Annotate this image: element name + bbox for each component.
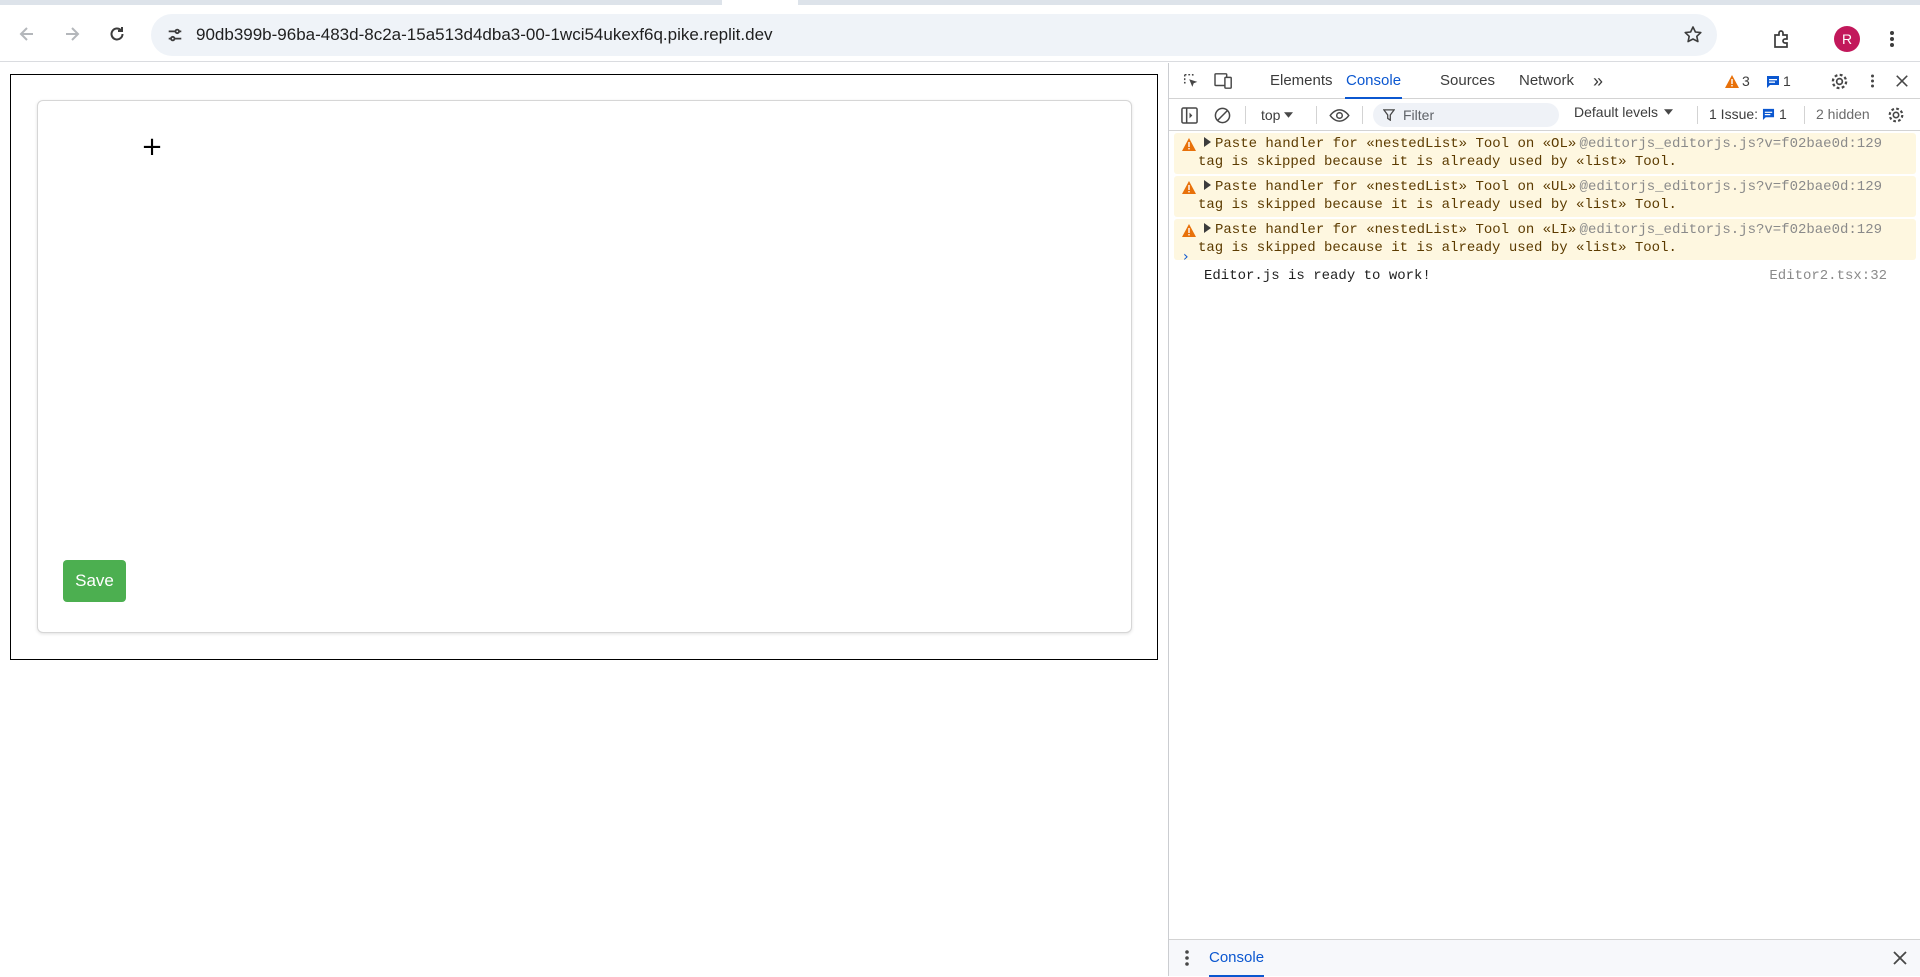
separator (1697, 106, 1698, 124)
device-toolbar-icon[interactable] (1213, 71, 1235, 91)
warning-text-cont: tag is skipped because it is already use… (1198, 240, 1677, 256)
address-bar[interactable]: 90db399b-96ba-483d-8c2a-15a513d4dba3-00-… (151, 14, 1717, 56)
back-arrow-icon[interactable] (10, 17, 44, 51)
console-toolbar: top Filter Default levels 1 Issue: 1 2 h… (1169, 99, 1920, 131)
star-icon[interactable] (1679, 21, 1707, 49)
url-text[interactable]: 90db399b-96ba-483d-8c2a-15a513d4dba3-00-… (196, 25, 773, 45)
issues-count: 1 (1779, 106, 1787, 122)
add-block-button[interactable]: + (140, 134, 164, 160)
log-levels-value: Default levels (1574, 104, 1659, 120)
filter-placeholder: Filter (1403, 107, 1435, 123)
warning-text: Paste handler for «nestedList» Tool on «… (1215, 136, 1577, 152)
context-value: top (1261, 107, 1281, 123)
warning-text-cont: tag is skipped because it is already use… (1198, 154, 1677, 170)
puzzle-icon[interactable] (1764, 22, 1798, 56)
warning-count: 3 (1742, 73, 1750, 89)
tune-icon[interactable] (161, 21, 189, 49)
message-icon (1762, 108, 1775, 120)
issues-button[interactable]: 1 Issue: 1 (1709, 106, 1787, 122)
tab-elements[interactable]: Elements (1270, 63, 1333, 99)
console-warning[interactable]: Paste handler for «nestedList» Tool on «… (1174, 176, 1916, 217)
console-settings-gear-icon[interactable] (1885, 104, 1907, 126)
drawer-menu-icon[interactable] (1182, 948, 1192, 968)
expand-triangle-icon[interactable] (1204, 180, 1211, 190)
save-button[interactable]: Save (63, 560, 126, 602)
warning-text-cont: tag is skipped because it is already use… (1198, 197, 1677, 213)
warning-text: Paste handler for «nestedList» Tool on «… (1215, 179, 1577, 195)
devtools-panel: Elements Console Sources Network » 3 1 t… (1168, 63, 1920, 977)
devtools-menu-icon[interactable] (1866, 71, 1878, 91)
console-warning[interactable]: Paste handler for «nestedList» Tool on «… (1174, 219, 1916, 260)
log-text: Editor.js is ready to work! (1204, 268, 1431, 284)
devtools-tab-bar: Elements Console Sources Network » 3 1 (1169, 63, 1920, 99)
separator (1316, 106, 1317, 124)
clear-console-icon[interactable] (1212, 105, 1232, 125)
avatar[interactable]: R (1834, 26, 1860, 52)
log-levels-select[interactable]: Default levels (1574, 104, 1674, 120)
warning-icon (1182, 138, 1196, 151)
close-devtools-icon[interactable] (1893, 72, 1911, 90)
settings-gear-icon[interactable] (1829, 71, 1849, 91)
drawer-tab-console[interactable]: Console (1209, 940, 1265, 977)
hidden-count: 2 hidden (1816, 106, 1870, 122)
warning-icon (1182, 224, 1196, 237)
source-link[interactable]: @editorjs_editorjs.js?v=f02bae0d:129 (1580, 221, 1882, 239)
chevron-down-icon (1664, 109, 1674, 115)
reload-icon[interactable] (100, 17, 134, 51)
app-container: + Save (10, 74, 1158, 660)
tab-sources[interactable]: Sources (1440, 63, 1495, 99)
tab-network[interactable]: Network (1519, 63, 1574, 99)
filter-funnel-icon (1383, 109, 1395, 121)
page-viewport: + Save (0, 63, 1168, 976)
devtools-drawer: Console (1169, 939, 1920, 977)
warning-icon (1725, 74, 1739, 88)
inspect-element-icon[interactable] (1181, 71, 1201, 91)
expand-triangle-icon[interactable] (1204, 223, 1211, 233)
separator (1245, 106, 1246, 124)
expand-triangle-icon[interactable] (1204, 137, 1211, 147)
console-log[interactable]: Editor.js is ready to work! Editor2.tsx:… (1169, 264, 1920, 290)
separator (1362, 106, 1363, 124)
editor-card[interactable]: + Save (37, 100, 1132, 633)
source-link[interactable]: @editorjs_editorjs.js?v=f02bae0d:129 (1580, 135, 1882, 153)
sidebar-toggle-icon[interactable] (1179, 105, 1199, 125)
console-warning[interactable]: Paste handler for «nestedList» Tool on «… (1174, 133, 1916, 174)
tab-console[interactable]: Console (1345, 63, 1403, 99)
close-drawer-icon[interactable] (1892, 950, 1908, 966)
separator (1804, 106, 1805, 124)
chevron-down-icon (1284, 112, 1294, 118)
filter-input[interactable]: Filter (1373, 103, 1559, 127)
console-prompt-chevron-icon[interactable]: › (1183, 249, 1189, 265)
warning-text: Paste handler for «nestedList» Tool on «… (1215, 222, 1577, 238)
message-icon (1767, 75, 1779, 88)
live-expression-eye-icon[interactable] (1327, 105, 1351, 125)
warning-icon (1182, 181, 1196, 194)
message-count: 1 (1783, 73, 1791, 89)
issues-label: 1 Issue: (1709, 106, 1759, 122)
source-link[interactable]: @editorjs_editorjs.js?v=f02bae0d:129 (1580, 178, 1882, 196)
source-link[interactable]: Editor2.tsx:32 (1769, 267, 1887, 285)
console-messages: Paste handler for «nestedList» Tool on «… (1169, 131, 1920, 290)
context-select[interactable]: top (1261, 104, 1294, 126)
more-tabs-chevron-icon[interactable]: » (1593, 63, 1603, 99)
warnings-badge[interactable]: 3 (1725, 73, 1750, 89)
kebab-menu-icon[interactable] (1880, 22, 1904, 56)
messages-badge[interactable]: 1 (1766, 73, 1791, 89)
browser-toolbar: 90db399b-96ba-483d-8c2a-15a513d4dba3-00-… (0, 5, 1920, 62)
forward-arrow-icon[interactable] (55, 17, 89, 51)
